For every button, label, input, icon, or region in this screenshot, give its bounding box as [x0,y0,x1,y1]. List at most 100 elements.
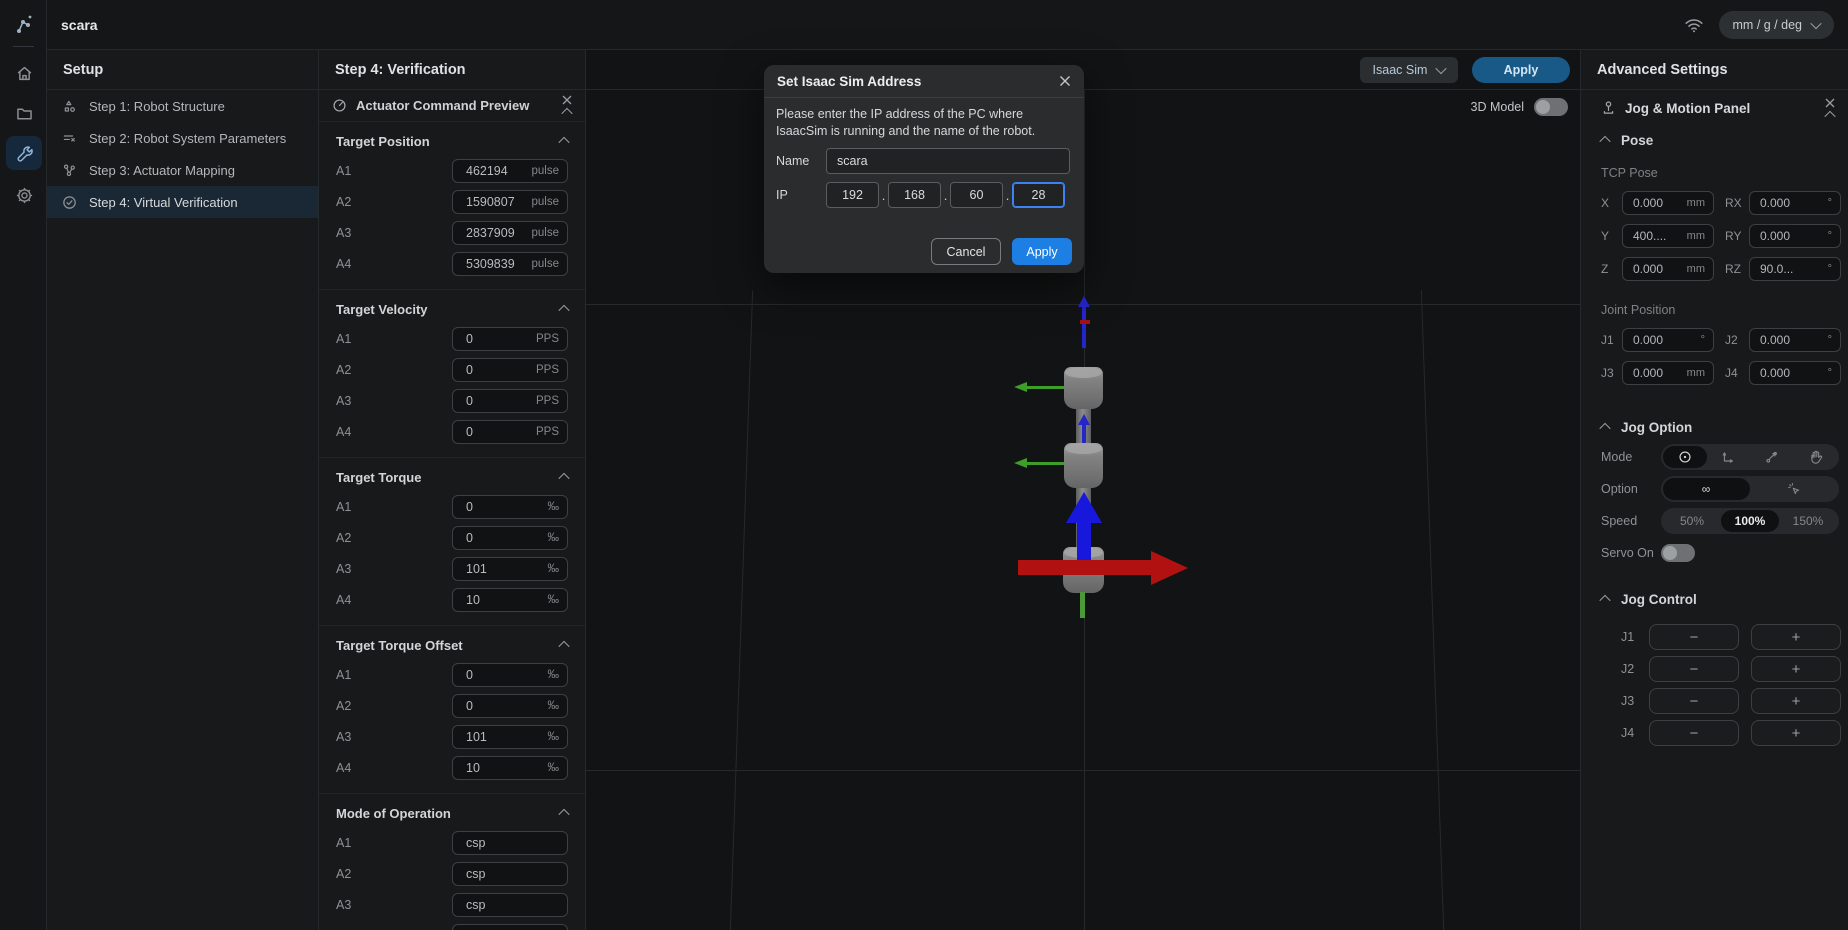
tcp-y-input[interactable]: 400....mm [1622,224,1714,248]
j2-minus-button[interactable]: − [1649,656,1739,682]
chevron-up-icon[interactable] [1599,136,1610,147]
option-step-tap-button[interactable] [1750,478,1837,500]
tcp-rz-input[interactable]: 90.0...° [1749,257,1841,281]
field-input[interactable]: 0PPS [452,358,568,382]
chevron-up-icon[interactable] [558,809,569,820]
field-input[interactable]: 0‰ [452,663,568,687]
chevron-up-icon[interactable] [558,305,569,316]
viewport-apply-button[interactable]: Apply [1472,57,1570,83]
sidebar-item-step2[interactable]: Step 2: Robot System Parameters [47,122,318,154]
wifi-icon[interactable] [1683,16,1705,34]
field-unit: pulse [532,227,568,239]
field-value: 1590807 [453,195,532,209]
sidebar-item-step1[interactable]: Step 1: Robot Structure [47,90,318,122]
close-icon[interactable] [562,95,572,105]
field-input[interactable]: 10‰ [452,756,568,780]
jog-control-header: Jog Control [1581,585,1848,613]
units-selector[interactable]: mm / g / deg [1719,11,1834,39]
field-input[interactable]: csp [452,924,568,930]
field-input[interactable]: 0‰ [452,526,568,550]
speed-100-button[interactable]: 100% [1721,510,1779,532]
actuator-preview-header: Actuator Command Preview [319,90,585,121]
verification-panel: Step 4: Verification Actuator Command Pr… [319,50,586,930]
field-label: A1 [336,332,351,346]
mode-free-drive-button[interactable] [1794,446,1838,468]
j3-minus-button[interactable]: − [1649,688,1739,714]
field-input[interactable]: 2837909pulse [452,221,568,245]
field-input[interactable]: 101‰ [452,557,568,581]
actuator-field-row: A4 10‰ [336,584,568,615]
ip-octet-3-input[interactable]: 60 [950,182,1003,208]
servo-on-toggle[interactable] [1661,544,1695,562]
field-value: 462194 [453,164,532,178]
j4-plus-button[interactable]: + [1751,720,1841,746]
field-input[interactable]: 0‰ [452,495,568,519]
joint-j4-input[interactable]: 0.000° [1749,361,1841,385]
robot-name-input[interactable] [826,148,1070,174]
apply-button[interactable]: Apply [1012,238,1072,265]
field-input[interactable]: 101‰ [452,725,568,749]
field-input[interactable]: csp [452,893,568,917]
jog-control-title: Jog Control [1621,592,1697,607]
field-input[interactable]: 0PPS [452,389,568,413]
ip-octet-2-input[interactable]: 168 [888,182,941,208]
j2-plus-button[interactable]: + [1751,656,1841,682]
j4-minus-button[interactable]: − [1649,720,1739,746]
field-label: J1 [1601,333,1622,347]
joint-j1-input[interactable]: 0.000° [1622,328,1714,352]
sidebar-item-step4[interactable]: Step 4: Virtual Verification [47,186,318,218]
mode-joint-jog-button[interactable] [1663,446,1707,468]
field-input[interactable]: 5309839pulse [452,252,568,276]
joint-j2-input[interactable]: 0.000° [1749,328,1841,352]
tcp-z-input[interactable]: 0.000mm [1622,257,1714,281]
field-input[interactable]: 0‰ [452,694,568,718]
close-icon[interactable] [1059,75,1071,87]
sim-target-select[interactable]: Isaac Sim [1360,57,1458,83]
section-target-velocity: Target Velocity A10PPS A20PPS A30PPS A40… [319,289,585,457]
cancel-button[interactable]: Cancel [931,238,1001,265]
field-input[interactable]: 10‰ [452,588,568,612]
tcp-ry-input[interactable]: 0.000° [1749,224,1841,248]
z-axis-arrowhead [1078,414,1090,425]
field-input[interactable]: 0PPS [452,327,568,351]
tcp-rx-input[interactable]: 0.000° [1749,191,1841,215]
settings-button[interactable] [6,178,42,212]
collapse-icon[interactable] [1824,110,1835,121]
j1-minus-button[interactable]: − [1649,624,1739,650]
home-button[interactable] [6,56,42,90]
close-icon[interactable] [1825,98,1835,108]
field-label: A4 [336,593,351,607]
nav-rail [0,0,47,930]
speed-150-button[interactable]: 150% [1779,510,1837,532]
chevron-up-icon[interactable] [558,137,569,148]
joint-j3-input[interactable]: 0.000mm [1622,361,1714,385]
chevron-up-icon[interactable] [1599,595,1610,606]
jog-option-header: Jog Option [1581,413,1848,441]
speed-50-button[interactable]: 50% [1663,510,1721,532]
chevron-up-icon[interactable] [1599,423,1610,434]
field-input[interactable]: csp [452,831,568,855]
tcp-x-input[interactable]: 0.000mm [1622,191,1714,215]
ip-octet-4-input[interactable]: 28 [1012,182,1065,208]
sidebar-item-label: Step 2: Robot System Parameters [89,131,286,146]
j1-plus-button[interactable]: + [1751,624,1841,650]
option-continuous-button[interactable]: ∞ [1663,478,1750,500]
projects-button[interactable] [6,96,42,130]
mode-path-jog-button[interactable] [1750,446,1794,468]
j3-plus-button[interactable]: + [1751,688,1841,714]
actuator-field-row: A410‰ [336,752,568,783]
mode-cartesian-jog-button[interactable] [1707,446,1751,468]
field-input[interactable]: 1590807pulse [452,190,568,214]
chevron-up-icon[interactable] [558,473,569,484]
jog-speed-segment: 50% 100% 150% [1661,508,1839,534]
sidebar-item-step3[interactable]: Step 3: Actuator Mapping [47,154,318,186]
ip-octet-1-input[interactable]: 192 [826,182,879,208]
collapse-icon[interactable] [561,108,572,119]
field-input[interactable]: 0PPS [452,420,568,444]
advanced-settings-panel: Advanced Settings Jog & Motion Panel Pos… [1580,50,1848,930]
field-input[interactable]: 462194pulse [452,159,568,183]
setup-tools-button[interactable] [6,136,42,170]
field-input[interactable]: csp [452,862,568,886]
chevron-up-icon[interactable] [558,641,569,652]
field-unit: PPS [536,395,567,407]
